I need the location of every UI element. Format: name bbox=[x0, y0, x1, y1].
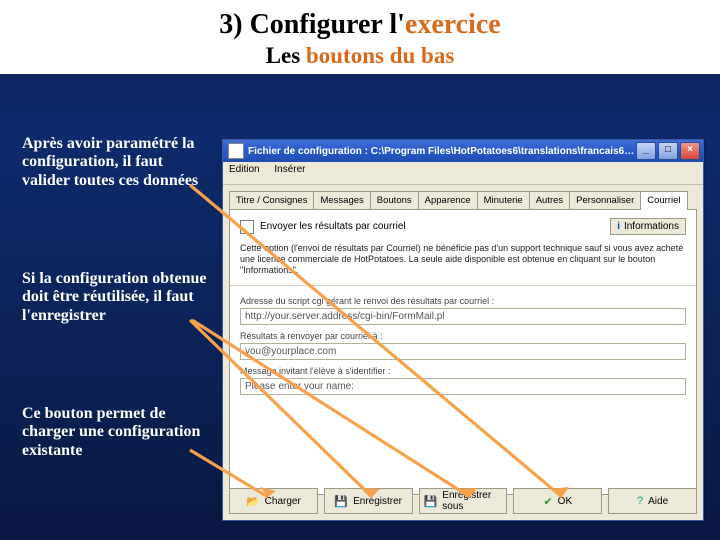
prompt-input[interactable] bbox=[240, 378, 686, 395]
help-button[interactable]: ?Aide bbox=[608, 488, 697, 514]
save-button[interactable]: 💾Enregistrer bbox=[324, 488, 413, 514]
send-results-checkbox[interactable] bbox=[240, 220, 254, 234]
prompt-label: Message invitant l'élève à s'identifier … bbox=[240, 366, 686, 376]
menu-edition[interactable]: Edition bbox=[229, 164, 260, 175]
tab-autres[interactable]: Autres bbox=[529, 191, 570, 209]
send-results-label: Envoyer les résultats par courriel bbox=[260, 221, 406, 232]
title-band: 3) Configurer l'exercice Les boutons du … bbox=[0, 0, 720, 74]
menu-insert[interactable]: Insérer bbox=[274, 164, 305, 175]
paragraph-3: Ce bouton permet de charger une configur… bbox=[22, 405, 210, 460]
minimize-button[interactable]: _ bbox=[636, 142, 656, 160]
tabstrip: Titre / Consignes Messages Boutons Appar… bbox=[229, 191, 697, 209]
dialog-title: Fichier de configuration : C:\Program Fi… bbox=[248, 146, 636, 157]
help-text: Cette option (l'envoi de résultats par C… bbox=[240, 243, 686, 275]
dialog-titlebar: Fichier de configuration : C:\Program Fi… bbox=[223, 140, 703, 162]
tab-courriel[interactable]: Courriel bbox=[640, 191, 687, 209]
slide-subtitle: Les boutons du bas bbox=[0, 43, 720, 68]
folder-open-icon: 📂 bbox=[246, 495, 260, 508]
mailto-input[interactable] bbox=[240, 343, 686, 360]
floppy-icon: 💾 bbox=[424, 495, 438, 508]
ok-button[interactable]: ✔OK bbox=[513, 488, 602, 514]
tab-panel-courriel: Envoyer les résultats par courriel i Inf… bbox=[229, 209, 697, 495]
dialog-bottom-buttons: 📂Charger 💾Enregistrer 💾Enregistrer sous … bbox=[229, 488, 697, 514]
paragraph-2: Si la configuration obtenue doit être ré… bbox=[22, 270, 210, 325]
divider bbox=[230, 285, 696, 286]
tab-titre[interactable]: Titre / Consignes bbox=[229, 191, 314, 209]
cgi-url-input[interactable] bbox=[240, 308, 686, 325]
question-icon: ? bbox=[637, 495, 643, 507]
tab-apparence[interactable]: Apparence bbox=[418, 191, 478, 209]
menubar: Edition Insérer bbox=[223, 162, 703, 185]
info-icon: i bbox=[617, 221, 620, 232]
maximize-button[interactable]: □ bbox=[658, 142, 678, 160]
load-button[interactable]: 📂Charger bbox=[229, 488, 318, 514]
mailto-label: Résultats à renvoyer par courriel à : bbox=[240, 331, 686, 341]
dialog-app-icon bbox=[228, 143, 244, 159]
slide-body: Après avoir paramétré la configuration, … bbox=[0, 115, 720, 540]
slide: 3) Configurer l'exercice Les boutons du … bbox=[0, 0, 720, 540]
tab-boutons[interactable]: Boutons bbox=[370, 191, 419, 209]
config-dialog: Fichier de configuration : C:\Program Fi… bbox=[222, 139, 704, 521]
informations-button[interactable]: i Informations bbox=[610, 218, 686, 235]
tab-messages[interactable]: Messages bbox=[313, 191, 370, 209]
slide-title: 3) Configurer l'exercice bbox=[0, 10, 720, 41]
saveas-button[interactable]: 💾Enregistrer sous bbox=[419, 488, 508, 514]
tab-minuterie[interactable]: Minuterie bbox=[477, 191, 530, 209]
close-button[interactable]: × bbox=[680, 142, 700, 160]
check-icon: ✔ bbox=[543, 495, 552, 508]
tab-personnaliser[interactable]: Personnaliser bbox=[569, 191, 641, 209]
cgi-url-label: Adresse du script cgi gérant le renvoi d… bbox=[240, 296, 686, 306]
floppy-icon: 💾 bbox=[334, 495, 348, 508]
paragraph-1: Après avoir paramétré la configuration, … bbox=[22, 135, 210, 190]
